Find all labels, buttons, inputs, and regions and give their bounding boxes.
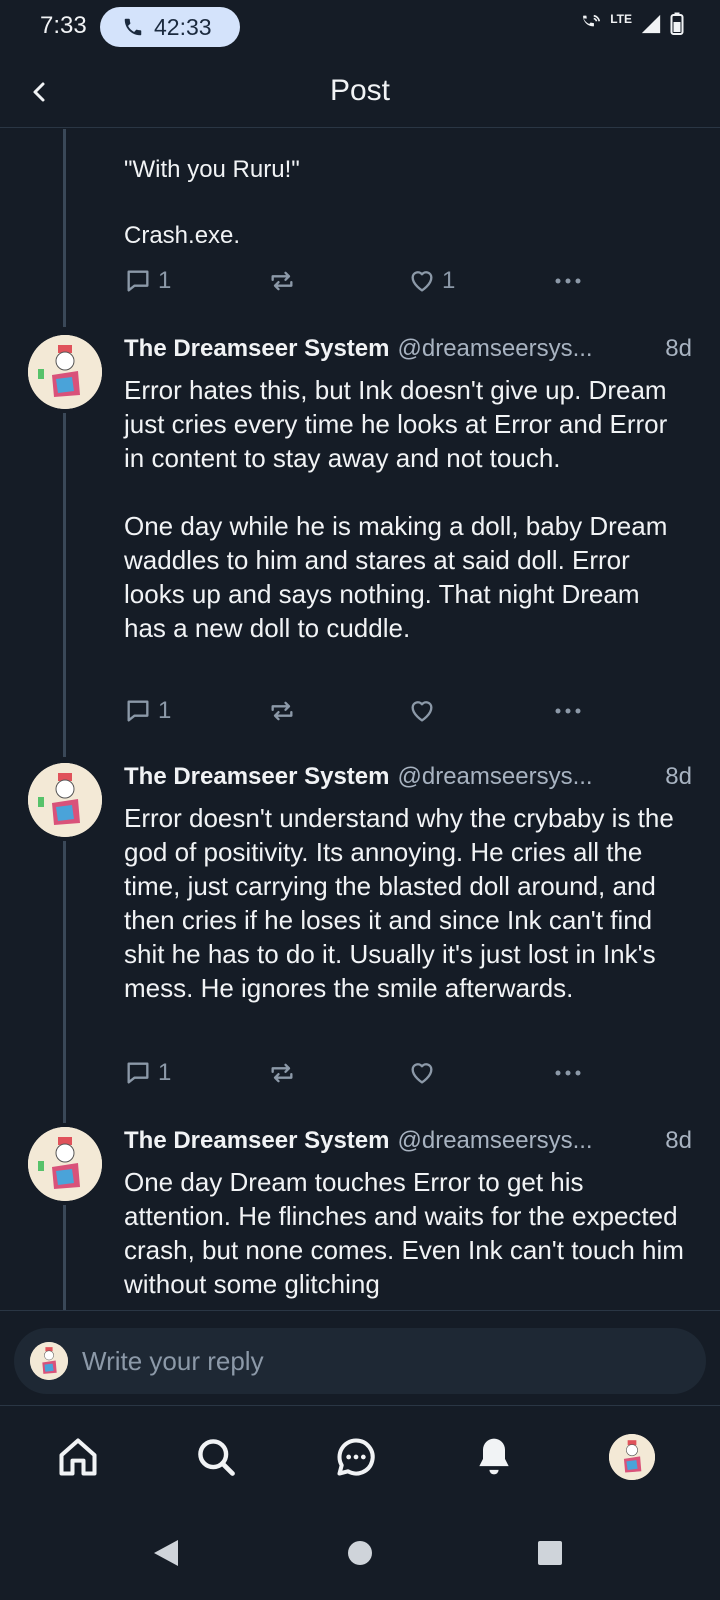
triangle-back-icon — [154, 1540, 178, 1566]
nav-chat[interactable] — [332, 1433, 380, 1481]
nav-search[interactable] — [192, 1433, 240, 1481]
post-text: One day Dream touches Error to get his a… — [124, 1167, 692, 1299]
status-bar: 7:33 42:33 LTE — [0, 0, 720, 56]
thread-line — [63, 129, 66, 327]
thread-line — [63, 413, 66, 757]
comment-icon — [127, 700, 149, 722]
bottom-nav — [0, 1407, 720, 1507]
system-nav-bar — [0, 1507, 720, 1600]
nav-profile[interactable] — [608, 1433, 656, 1481]
phone-icon — [124, 18, 142, 36]
battery-icon — [670, 12, 684, 35]
avatar-image — [609, 1434, 655, 1480]
post-meta: The Dreamseer System @dreamseersys... 8d — [124, 763, 692, 791]
top-app-bar: Post — [0, 56, 720, 128]
more-horizontal-icon — [555, 1070, 581, 1076]
repost-icon — [271, 1063, 293, 1083]
post-meta: The Dreamseer System @dreamseersys... 8d — [124, 335, 692, 363]
reply-button[interactable]: 1 — [124, 267, 171, 295]
like-button[interactable] — [408, 697, 436, 725]
home-icon — [59, 1438, 97, 1476]
author-handle[interactable]: @dreamseersys... — [397, 335, 659, 363]
circle-home-icon — [348, 1541, 372, 1565]
post-age: 8d — [665, 763, 692, 790]
call-duration: 42:33 — [154, 13, 212, 40]
author-name[interactable]: The Dreamseer System — [124, 335, 389, 363]
more-horizontal-icon — [555, 278, 581, 284]
avatar-image — [28, 763, 102, 837]
avatar[interactable] — [28, 763, 102, 837]
more-options-button[interactable] — [552, 267, 584, 295]
thread-line — [63, 1205, 66, 1310]
author-name[interactable]: The Dreamseer System — [124, 763, 389, 791]
chat-icon — [337, 1438, 375, 1476]
post-age: 8d — [665, 335, 692, 362]
thread-line — [63, 841, 66, 1123]
more-horizontal-icon — [555, 708, 581, 714]
profile-avatar — [609, 1434, 655, 1480]
post-text: Error hates this, but Ink doesn't give u… — [124, 375, 668, 643]
author-name[interactable]: The Dreamseer System — [124, 1127, 389, 1155]
heart-icon — [411, 701, 433, 722]
reply-count: 1 — [158, 697, 172, 724]
avatar-image — [30, 1342, 68, 1380]
nav-home[interactable] — [54, 1433, 102, 1481]
repost-button[interactable] — [268, 267, 296, 295]
author-handle[interactable]: @dreamseersys... — [397, 763, 659, 791]
status-icons: LTE — [580, 12, 684, 36]
avatar-image — [28, 1127, 102, 1201]
nav-notifications[interactable] — [470, 1433, 518, 1481]
like-button[interactable]: 1 — [408, 267, 455, 295]
heart-icon — [411, 271, 433, 292]
author-handle[interactable]: @dreamseersys... — [397, 1127, 659, 1155]
reply-placeholder: Write your reply — [82, 1345, 264, 1376]
system-recents-button[interactable] — [530, 1533, 570, 1573]
more-options-button[interactable] — [552, 697, 584, 725]
avatar-image — [28, 335, 102, 409]
system-back-button[interactable] — [146, 1533, 186, 1573]
wifi-calling-icon — [583, 14, 601, 27]
reply-button[interactable]: 1 — [124, 697, 171, 725]
post-meta: The Dreamseer System @dreamseersys... 8d — [124, 1127, 692, 1155]
search-icon — [198, 1439, 235, 1476]
reply-count: 1 — [158, 267, 172, 294]
repost-button[interactable] — [268, 1059, 296, 1087]
post-text: Crash.exe. — [124, 222, 241, 249]
reply-count: 1 — [158, 1059, 172, 1086]
reply-button[interactable]: 1 — [124, 1059, 171, 1087]
repost-button[interactable] — [268, 697, 296, 725]
avatar — [30, 1342, 68, 1380]
reply-input[interactable]: Write your reply — [14, 1328, 706, 1394]
avatar[interactable] — [28, 1127, 102, 1201]
post-actions: 1 — [124, 1059, 584, 1091]
post-text: "With you Ruru!" — [124, 156, 300, 183]
like-count: 1 — [442, 267, 456, 294]
notifications-icon — [479, 1438, 509, 1475]
like-button[interactable] — [408, 1059, 436, 1087]
post-actions: 1 1 — [124, 267, 584, 299]
more-options-button[interactable] — [552, 1059, 584, 1087]
thread: "With you Ruru!" Crash.exe. 1 1 The Drea… — [0, 129, 720, 1310]
repost-icon — [271, 271, 293, 291]
post-actions: 1 — [124, 697, 584, 729]
square-recents-icon — [538, 1541, 562, 1565]
system-home-button[interactable] — [340, 1533, 380, 1573]
page-title: Post — [329, 74, 391, 107]
comment-icon — [127, 1062, 149, 1084]
ongoing-call-pill[interactable]: 42:33 — [100, 7, 240, 47]
avatar[interactable] — [28, 335, 102, 409]
reply-bar: Write your reply — [0, 1310, 720, 1406]
status-time: 7:33 — [40, 12, 87, 39]
post-text: Error doesn't understand why the crybaby… — [124, 803, 682, 1003]
network-type: LTE — [610, 12, 632, 26]
signal-icon — [641, 14, 661, 34]
repost-icon — [271, 701, 293, 721]
post-age: 8d — [665, 1127, 692, 1154]
comment-icon — [127, 270, 149, 292]
heart-icon — [411, 1063, 433, 1084]
